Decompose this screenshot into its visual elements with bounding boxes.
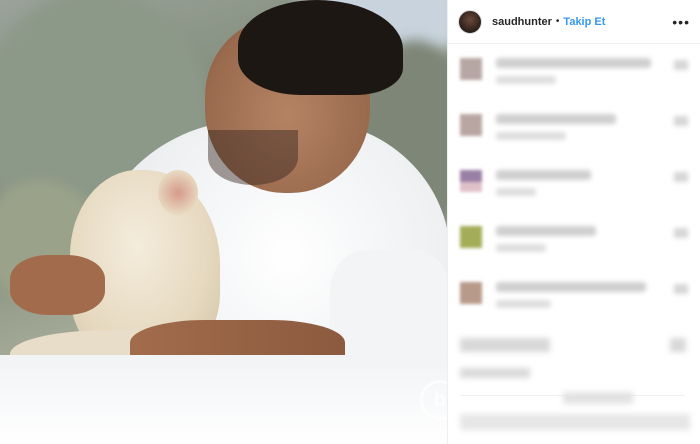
blurred-like-icon bbox=[674, 172, 688, 182]
follow-button[interactable]: Takip Et bbox=[563, 16, 605, 28]
man-hand-left bbox=[10, 255, 105, 315]
profile-avatar[interactable] bbox=[458, 9, 482, 34]
blurred-line bbox=[496, 132, 566, 140]
post-header: saudhunter • Takip Et ••• bbox=[448, 0, 700, 44]
comment-avatar bbox=[460, 58, 482, 80]
man-hair bbox=[238, 0, 403, 95]
blurred-save-icon bbox=[670, 338, 686, 352]
blurred-likes-count bbox=[460, 368, 530, 378]
blurred-line bbox=[496, 226, 596, 236]
man-beard bbox=[208, 130, 298, 185]
comment-avatar bbox=[460, 226, 482, 248]
comment-avatar bbox=[460, 282, 482, 304]
username-link[interactable]: saudhunter bbox=[492, 16, 552, 28]
blurred-line bbox=[496, 300, 551, 308]
post-side-panel: saudhunter • Takip Et ••• bbox=[447, 0, 700, 444]
blurred-comment-text bbox=[496, 282, 646, 308]
blurred-comment-text bbox=[496, 226, 596, 252]
list-item bbox=[460, 226, 596, 252]
blurred-line bbox=[496, 188, 536, 196]
blurred-comment-text bbox=[496, 170, 591, 196]
blurred-line bbox=[496, 76, 556, 84]
blurred-timestamp bbox=[563, 392, 633, 404]
post-photo[interactable]: b bbox=[0, 0, 447, 444]
more-options-icon[interactable]: ••• bbox=[672, 14, 690, 30]
list-item bbox=[460, 170, 591, 196]
blurred-comment-text bbox=[496, 58, 651, 84]
blurred-comment-text bbox=[496, 114, 616, 140]
blurred-like-icon bbox=[674, 228, 688, 238]
blurred-line bbox=[496, 114, 616, 124]
lion-cub-ear bbox=[158, 170, 198, 215]
blurred-line bbox=[496, 244, 546, 252]
blurred-line bbox=[496, 170, 591, 180]
list-item bbox=[460, 114, 616, 140]
blurred-like-icon bbox=[674, 284, 688, 294]
blurred-like-icon bbox=[674, 116, 688, 126]
comment-avatar bbox=[460, 114, 482, 136]
comment-avatar bbox=[460, 170, 482, 192]
list-item bbox=[460, 58, 651, 84]
blurred-comment-input bbox=[460, 414, 690, 430]
list-item bbox=[460, 282, 646, 308]
blurred-line bbox=[496, 282, 646, 292]
blurred-action-icons bbox=[460, 338, 550, 352]
separator-dot: • bbox=[555, 16, 560, 27]
blurred-like-icon bbox=[674, 60, 688, 70]
white-cloth bbox=[0, 355, 447, 444]
blurred-line bbox=[496, 58, 651, 68]
